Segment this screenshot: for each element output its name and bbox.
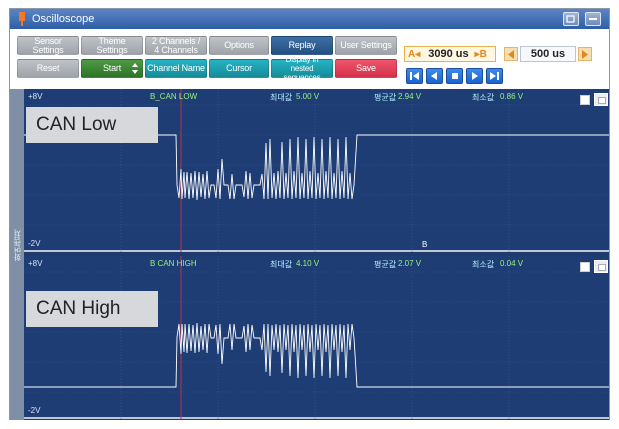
triangle-right-icon: [582, 49, 588, 59]
max-value: 5.00 V: [296, 92, 320, 101]
time-per-div: 500 us: [520, 46, 576, 62]
channel-name-label: CAN Low: [26, 107, 158, 143]
close-icon: [589, 18, 597, 20]
sensor-settings-button[interactable]: Sensor Settings: [17, 36, 79, 55]
cursor-button[interactable]: Cursor: [209, 59, 269, 78]
channel-id: B_CAN LOW: [150, 92, 198, 101]
channel-options-button[interactable]: [594, 260, 608, 273]
avg-label: 평균값: [374, 93, 397, 102]
theme-settings-button[interactable]: Theme Settings: [81, 36, 143, 55]
stop-icon: [452, 73, 458, 79]
oscilloscope-window: Oscilloscope Sensor Settings Theme Setti…: [9, 8, 610, 420]
restore-button[interactable]: [563, 12, 579, 26]
avg-label: 평균값: [374, 260, 397, 269]
time-decrease-button[interactable]: [504, 47, 518, 61]
vmax-label: +8V: [28, 92, 43, 101]
channel-id: B CAN HIGH: [150, 259, 197, 268]
skip-to-start-button[interactable]: [406, 68, 423, 84]
play-icon: [472, 72, 478, 80]
toolbar: Sensor Settings Theme Settings 2 Channel…: [10, 29, 609, 89]
stop-button[interactable]: [446, 68, 463, 84]
triangle-left-icon: [508, 49, 514, 59]
skip-to-end-button[interactable]: [486, 68, 503, 84]
reset-button[interactable]: Reset: [17, 59, 79, 78]
play-back-icon: [431, 72, 437, 80]
min-value: 0.04 V: [500, 259, 524, 268]
cursor-time-value: 3090 us: [428, 48, 469, 60]
vmin-label: -2V: [28, 239, 41, 248]
start-button[interactable]: Start: [81, 59, 143, 78]
replay-button[interactable]: Replay: [271, 36, 333, 55]
waveform-can-high: [24, 256, 609, 419]
min-label: 최소값: [472, 260, 495, 269]
display-nested-button[interactable]: Display in nested sequences: [271, 55, 333, 82]
channel-name-label: CAN High: [26, 291, 158, 327]
cursor-a-marker[interactable]: A◂: [408, 49, 420, 60]
step-back-button[interactable]: [426, 68, 443, 84]
channel-name-button[interactable]: Channel Name: [145, 59, 207, 78]
spin-arrows-icon: [132, 63, 138, 74]
channel-count-button[interactable]: 2 Channels / 4 Channels: [145, 36, 207, 55]
restore-icon: [566, 15, 575, 23]
play-button[interactable]: [466, 68, 483, 84]
avg-value: 2.94 V: [398, 92, 422, 101]
gridlines: [24, 256, 609, 419]
user-settings-button[interactable]: User Settings: [335, 36, 397, 55]
channel-visible-checkbox[interactable]: [580, 95, 590, 105]
scope-area: 화면캡쳐 +8V -2V B_CAN LOW 최대값 5.00 V 평균값 2.…: [10, 89, 609, 420]
window-title: Oscilloscope: [32, 13, 95, 25]
start-label: Start: [102, 63, 121, 73]
cursor-b-marker[interactable]: ▸B: [475, 49, 487, 60]
can-low-trace: [24, 134, 609, 201]
max-label: 최대값: [270, 93, 293, 102]
save-button[interactable]: Save: [335, 59, 397, 78]
channel-panel-can-high[interactable]: +8V -2V B CAN HIGH 최대값 4.10 V 평균값 2.07 V…: [24, 256, 609, 419]
close-button[interactable]: [585, 12, 601, 26]
skip-forward-icon: [490, 72, 499, 80]
channel-visible-checkbox[interactable]: [580, 262, 590, 272]
vmin-label: -2V: [28, 406, 41, 415]
max-value: 4.10 V: [296, 259, 320, 268]
channel-panel-can-low[interactable]: +8V -2V B_CAN LOW 최대값 5.00 V 평균값 2.94 V …: [24, 89, 609, 252]
min-label: 최소값: [472, 93, 495, 102]
avg-value: 2.07 V: [398, 259, 422, 268]
max-label: 최대값: [270, 260, 293, 269]
time-increase-button[interactable]: [578, 47, 592, 61]
cursor-b-tag[interactable]: B: [422, 240, 427, 249]
title-bar: Oscilloscope: [10, 9, 609, 29]
options-button[interactable]: Options: [209, 36, 269, 55]
side-capture-label: 화면캡쳐: [13, 229, 22, 261]
skip-back-icon: [410, 72, 419, 80]
can-high-trace: [24, 322, 609, 388]
cursor-readout: A◂ 3090 us ▸B: [404, 46, 496, 62]
oscilloscope-app-icon: [19, 12, 25, 26]
side-capture-tab[interactable]: 화면캡쳐: [10, 89, 24, 420]
channel-options-button[interactable]: [594, 93, 608, 106]
vmax-label: +8V: [28, 259, 43, 268]
min-value: 0.86 V: [500, 92, 524, 101]
